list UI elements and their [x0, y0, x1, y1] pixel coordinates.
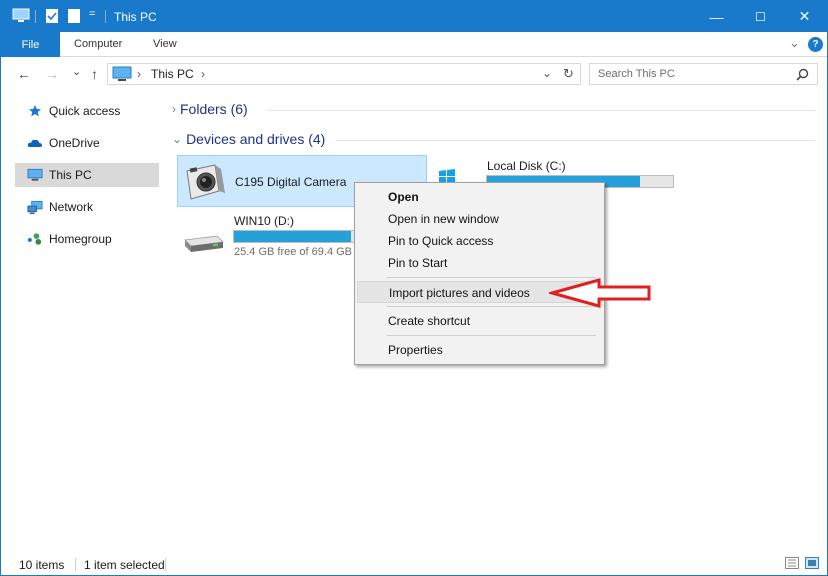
sidebar-item-this-pc[interactable]: This PC: [15, 163, 159, 187]
homegroup-icon: [27, 231, 43, 247]
selection-count: 1 item selected: [84, 558, 165, 572]
help-icon[interactable]: ?: [808, 37, 823, 52]
expand-ribbon-icon[interactable]: ⌄: [789, 35, 800, 51]
drive-label: Local Disk (C:): [487, 159, 566, 173]
recent-locations-button[interactable]: ⌄: [72, 65, 81, 78]
properties-icon[interactable]: [45, 8, 59, 24]
search-placeholder: Search This PC: [598, 68, 675, 80]
drive-usage-fill: [234, 231, 352, 242]
hard-drive-icon: [184, 235, 224, 252]
details-view-icon[interactable]: [785, 557, 799, 569]
sidebar-item-quick-access[interactable]: Quick access: [15, 99, 159, 123]
title-separator: [35, 10, 36, 23]
breadcrumb-this-pc[interactable]: This PC: [151, 67, 194, 81]
star-icon: [27, 103, 43, 119]
address-row: ← → ⌄ ↑ › This PC › ⌄ ↻ Search This PC: [1, 58, 827, 90]
monitor-icon: [27, 167, 43, 183]
tab-computer[interactable]: Computer: [74, 38, 122, 50]
breadcrumb-chevron-icon[interactable]: ›: [201, 67, 205, 81]
large-icons-view-icon[interactable]: [805, 557, 819, 569]
status-separator: [165, 558, 166, 571]
network-icon: [27, 199, 43, 215]
menu-item-open[interactable]: Open: [357, 186, 602, 208]
forward-button[interactable]: →: [45, 66, 59, 82]
address-dropdown-icon[interactable]: ⌄: [542, 66, 552, 80]
search-input[interactable]: Search This PC: [589, 63, 818, 85]
status-bar: 10 items 1 item selected: [1, 551, 827, 575]
menu-item-properties[interactable]: Properties: [357, 339, 602, 361]
customize-toolbar-icon[interactable]: =: [89, 8, 95, 24]
cloud-icon: [27, 135, 43, 151]
tab-file[interactable]: File: [1, 32, 60, 57]
window-title: This PC: [114, 10, 157, 24]
up-button[interactable]: ↑: [91, 66, 98, 82]
camera-icon: [186, 164, 225, 200]
context-menu: Open Open in new window Pin to Quick acc…: [354, 182, 605, 365]
group-label: Devices and drives (4): [186, 131, 326, 147]
group-header-folders[interactable]: › Folders (6): [172, 101, 248, 117]
address-bar[interactable]: › This PC › ⌄ ↻: [107, 63, 581, 85]
sidebar-item-label: Network: [49, 200, 94, 214]
navigation-pane: Quick access OneDrive This PC Network Ho…: [1, 90, 163, 545]
search-icon[interactable]: [796, 68, 809, 81]
group-label: Folders (6): [180, 101, 248, 117]
sidebar-item-label: OneDrive: [49, 136, 100, 150]
menu-item-open-new-window[interactable]: Open in new window: [357, 208, 602, 230]
drive-free-space: 25.4 GB free of 69.4 GB: [234, 246, 353, 258]
breadcrumb-separator: ›: [137, 67, 141, 81]
refresh-icon[interactable]: ↻: [563, 66, 574, 82]
chevron-right-icon: ›: [172, 102, 176, 116]
annotation-arrow-icon: [549, 278, 651, 308]
file-explorer-window: = This PC — ☐ ✕ File Computer View ⌄ ? ←…: [0, 0, 828, 576]
ribbon-tabs: File Computer View ⌄ ?: [1, 32, 827, 57]
drive-label: C195 Digital Camera: [235, 175, 347, 189]
sidebar-item-label: Quick access: [49, 104, 121, 118]
this-pc-icon: [112, 66, 132, 81]
sidebar-item-label: This PC: [49, 168, 92, 182]
tab-view[interactable]: View: [153, 38, 177, 50]
maximize-button[interactable]: ☐: [738, 1, 783, 32]
title-separator: [105, 10, 106, 23]
item-count: 10 items: [19, 558, 65, 572]
sidebar-item-homegroup[interactable]: Homegroup: [15, 227, 159, 251]
title-bar: = This PC — ☐ ✕: [1, 1, 827, 32]
group-divider: [336, 140, 815, 141]
sidebar-item-onedrive[interactable]: OneDrive: [15, 131, 159, 155]
chevron-down-icon: ⌄: [172, 132, 183, 146]
sidebar-item-network[interactable]: Network: [15, 195, 159, 219]
close-button[interactable]: ✕: [782, 1, 827, 32]
sidebar-item-label: Homegroup: [49, 232, 112, 246]
back-button[interactable]: ←: [17, 66, 31, 82]
group-header-devices[interactable]: ⌄ Devices and drives (4): [172, 131, 325, 147]
menu-item-pin-quick-access[interactable]: Pin to Quick access: [357, 230, 602, 252]
new-folder-icon[interactable]: [67, 8, 81, 24]
menu-item-create-shortcut[interactable]: Create shortcut: [357, 310, 602, 332]
drive-label: WIN10 (D:): [234, 214, 294, 228]
status-separator: [75, 558, 76, 571]
menu-item-pin-start[interactable]: Pin to Start: [357, 252, 602, 274]
menu-separator: [387, 335, 596, 336]
group-divider: [267, 110, 815, 111]
this-pc-icon: [12, 8, 30, 22]
minimize-button[interactable]: —: [694, 1, 739, 32]
